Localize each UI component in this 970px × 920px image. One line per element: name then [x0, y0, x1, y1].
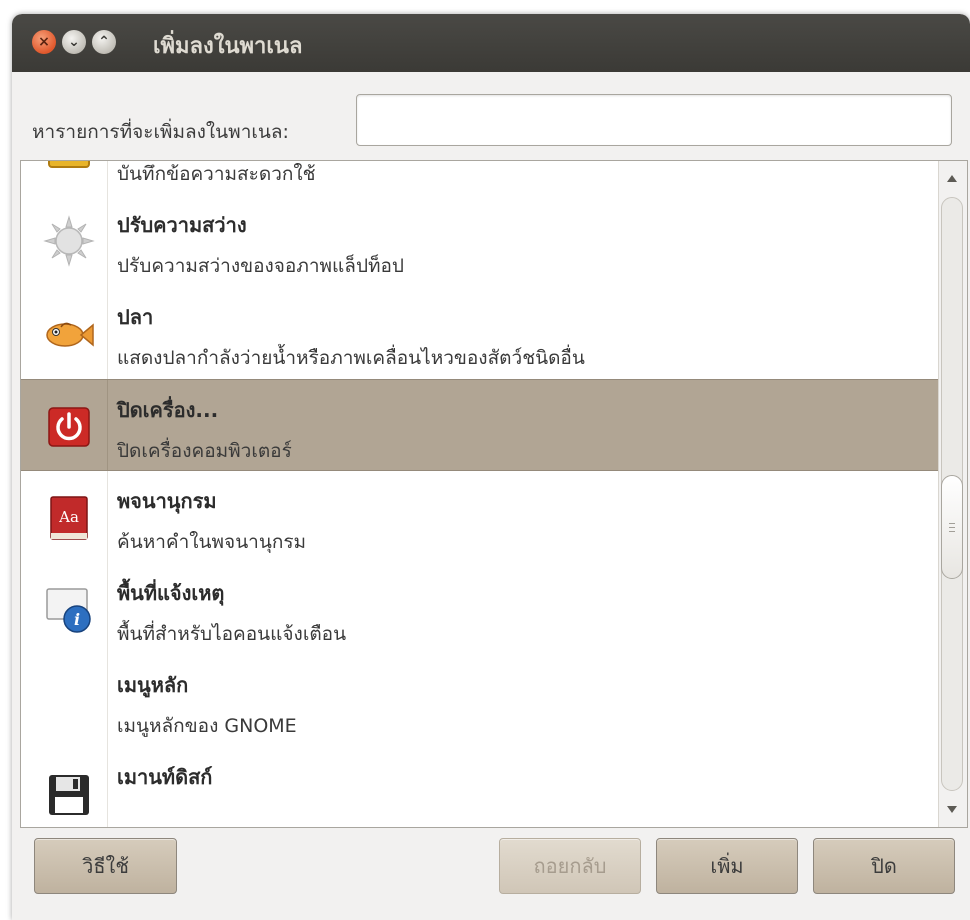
fish-icon — [43, 307, 95, 359]
maximize-icon: ⌃ — [98, 34, 110, 50]
item-description: พื้นที่สำหรับไอคอนแจ้งเตือน — [117, 623, 347, 645]
applet-list[interactable]: บันทึกข้อความสะดวกใช้ ปรับความสว่าง ปรับ… — [20, 160, 968, 828]
power-icon — [43, 400, 95, 452]
minimize-icon: ⌄ — [68, 34, 80, 50]
item-title: เมนูหลัก — [117, 673, 189, 697]
item-description: บันทึกข้อความสะดวกใช้ — [117, 163, 316, 185]
column-separator — [107, 287, 108, 379]
svg-text:Aa: Aa — [58, 508, 79, 526]
list-item[interactable]: ปรับความสว่าง ปรับความสว่างของจอภาพแล็ปท… — [21, 195, 939, 287]
column-separator — [107, 471, 108, 563]
search-input[interactable] — [356, 94, 952, 146]
notification-area-icon: i — [43, 583, 95, 635]
item-title: ปิดเครื่อง... — [117, 398, 219, 422]
window-title: เพิ่มลงในพาเนล — [153, 34, 303, 59]
item-description: ค้นหาคำในพจนานุกรม — [117, 531, 307, 553]
scrollbar-thumb[interactable] — [941, 475, 963, 579]
list-item[interactable]: เมานท์ดิสก์ — [21, 747, 939, 827]
window-maximize-button[interactable]: ⌃ — [92, 30, 116, 54]
item-description: แสดงปลากำลังว่ายน้ำหรือภาพเคลื่อนไหวของส… — [117, 347, 585, 369]
list-item[interactable]: Aa พจนานุกรม ค้นหาคำในพจนานุกรม — [21, 471, 939, 563]
close-icon: × — [38, 34, 50, 50]
column-separator — [107, 195, 108, 287]
close-button[interactable]: ปิด — [813, 838, 955, 894]
svg-text:i: i — [74, 610, 80, 629]
column-separator — [107, 563, 108, 655]
column-separator — [107, 380, 108, 470]
item-description: เมนูหลักของ GNOME — [117, 715, 297, 737]
column-separator — [107, 161, 108, 195]
window-minimize-button[interactable]: ⌄ — [62, 30, 86, 54]
scroll-up-arrow-icon[interactable] — [947, 175, 957, 182]
list-item[interactable]: i พื้นที่แจ้งเหตุ พื้นที่สำหรับไอคอนแจ้ง… — [21, 563, 939, 655]
title-bar[interactable]: × ⌄ ⌃ เพิ่มลงในพาเนล — [12, 14, 970, 72]
back-button[interactable]: ถอยกลับ — [499, 838, 641, 894]
add-button[interactable]: เพิ่ม — [656, 838, 798, 894]
item-title: ปลา — [117, 305, 154, 329]
column-separator — [107, 747, 108, 827]
vertical-scrollbar[interactable] — [938, 161, 967, 827]
window-close-button[interactable]: × — [32, 30, 56, 54]
list-item[interactable]: ปลา แสดงปลากำลังว่ายน้ำหรือภาพเคลื่อนไหว… — [21, 287, 939, 379]
item-title: เมานท์ดิสก์ — [117, 765, 213, 789]
brightness-sun-icon — [43, 215, 95, 267]
item-title: พจนานุกรม — [117, 489, 217, 513]
column-separator — [107, 655, 108, 747]
floppy-disk-icon — [43, 767, 95, 819]
item-title: พื้นที่แจ้งเหตุ — [117, 581, 225, 605]
item-title: ปรับความสว่าง — [117, 213, 247, 237]
list-item-selected[interactable]: ปิดเครื่อง... ปิดเครื่องคอมพิวเตอร์ — [21, 379, 939, 471]
dictionary-icon: Aa — [43, 491, 95, 543]
search-label: หารายการที่จะเพิ่มลงในพาเนล: — [32, 121, 289, 143]
list-item[interactable]: บันทึกข้อความสะดวกใช้ — [21, 161, 939, 195]
item-description: ปรับความสว่างของจอภาพแล็ปท็อป — [117, 255, 404, 277]
help-button[interactable]: วิธีใช้ — [34, 838, 177, 894]
list-item[interactable]: เมนูหลัก เมนูหลักของ GNOME — [21, 655, 939, 747]
item-description: ปิดเครื่องคอมพิวเตอร์ — [117, 440, 292, 462]
sticky-notes-icon — [43, 161, 95, 175]
add-to-panel-dialog: × ⌄ ⌃ เพิ่มลงในพาเนล หารายการที่จะเพิ่มล… — [12, 14, 970, 920]
scroll-down-arrow-icon[interactable] — [947, 806, 957, 813]
